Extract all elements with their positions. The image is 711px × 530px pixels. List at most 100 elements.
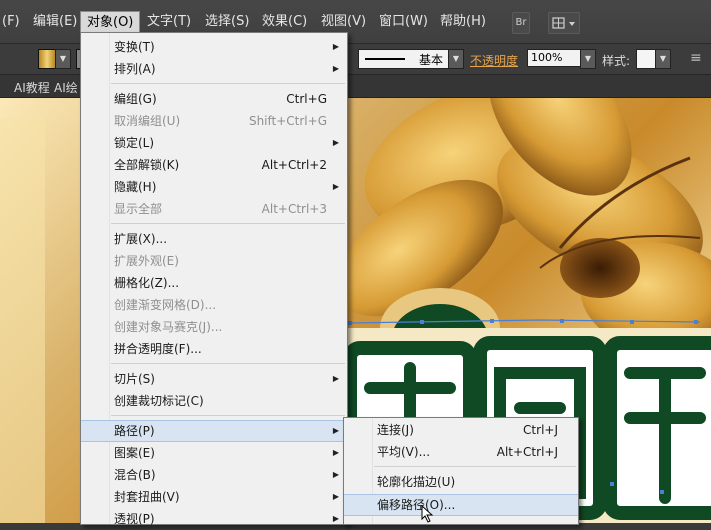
menu-item-offset-path[interactable]: 偏移路径(O)... [344, 494, 578, 516]
menu-item-label: 混合(B) [114, 468, 156, 482]
menu-separator [111, 83, 345, 84]
submenu-arrow-icon: ▶ [332, 426, 339, 435]
menu-item-label: 轮廓化描边(U) [377, 475, 456, 489]
menu-item-create-gradient-mesh: 创建渐变网格(D)... [81, 294, 347, 316]
menu-item-unlock-all[interactable]: 全部解锁(K) Alt+Ctrl+2 [81, 154, 347, 176]
menu-item-label: 封套扭曲(V) [114, 490, 180, 504]
menu-select[interactable]: 选择(S) [203, 14, 251, 30]
menu-item-label: 锁定(L) [114, 136, 155, 150]
submenu-arrow-icon: ▶ [332, 182, 339, 191]
menu-item-label: 显示全部 [114, 202, 163, 216]
menu-item-label: 拼合透明度(F)... [114, 342, 202, 356]
menu-view[interactable]: 视图(V) [319, 14, 368, 30]
stroke-style-label: 基本 [418, 53, 443, 67]
opacity-label[interactable]: 不透明度 [470, 52, 518, 69]
menu-item-label: 图案(E) [114, 446, 155, 460]
submenu-arrow-icon: ▶ [332, 470, 339, 479]
menu-item-transform[interactable]: 变换(T) ▶ [81, 36, 347, 58]
menu-item-label: 透视(P) [114, 512, 155, 526]
menu-item-flatten-transparency[interactable]: 拼合透明度(F)... [81, 338, 347, 360]
stroke-style-dropdown-icon[interactable]: ▼ [448, 49, 464, 69]
menu-separator [374, 466, 576, 467]
menu-item-label: 偏移路径(O)... [377, 498, 456, 512]
menu-item-path[interactable]: 路径(P) ▶ [81, 420, 347, 442]
object-menu: 变换(T) ▶ 排列(A) ▶ 编组(G) Ctrl+G 取消编组(U) Shi… [80, 32, 348, 526]
menu-item-label: 取消编组(U) [114, 114, 181, 128]
menu-item-label: 栅格化(Z)... [114, 276, 180, 290]
arrange-documents-icon [552, 17, 575, 29]
menu-item-create-trim-marks[interactable]: 创建裁切标记(C) [81, 390, 347, 412]
menu-item-label: 编组(G) [114, 92, 157, 106]
menu-window[interactable]: 窗口(W) [377, 14, 430, 30]
style-dropdown-icon[interactable]: ▼ [655, 49, 671, 69]
menu-type[interactable]: 文字(T) [145, 14, 193, 30]
menu-item-arrange[interactable]: 排列(A) ▶ [81, 58, 347, 80]
menu-item-label: 连接(J) [377, 423, 414, 437]
menu-item-lock[interactable]: 锁定(L) ▶ [81, 132, 347, 154]
submenu-arrow-icon: ▶ [332, 514, 339, 523]
fill-dropdown-icon[interactable]: ▼ [55, 49, 71, 69]
submenu-arrow-icon: ▶ [332, 64, 339, 73]
tab-document-2[interactable]: AI绘 [54, 79, 78, 96]
menu-item-label: 变换(T) [114, 40, 155, 54]
menu-item-label: 全部解锁(K) [114, 158, 180, 172]
menu-file[interactable]: (F) [0, 14, 22, 30]
menu-item-hide[interactable]: 隐藏(H) ▶ [81, 176, 347, 198]
menu-separator [111, 415, 345, 416]
tab-document-1[interactable]: AI教程 [14, 79, 50, 96]
menu-item-label: 路径(P) [114, 424, 155, 438]
menu-effect[interactable]: 效果(C) [260, 14, 309, 30]
path-submenu: 连接(J) Ctrl+J 平均(V)... Alt+Ctrl+J 轮廓化描边(U… [343, 417, 579, 525]
menu-item-shortcut: Alt+Ctrl+3 [261, 202, 327, 216]
submenu-arrow-icon: ▶ [332, 374, 339, 383]
menu-item-label: 创建对象马赛克(J)... [114, 320, 223, 334]
menu-item-create-object-mosaic: 创建对象马赛克(J)... [81, 316, 347, 338]
submenu-arrow-icon: ▶ [332, 492, 339, 501]
menu-item-shortcut: Ctrl+J [523, 423, 558, 437]
opacity-input[interactable]: 100% [527, 49, 584, 67]
menu-item-expand[interactable]: 扩展(X)... [81, 228, 347, 250]
opacity-dropdown-icon[interactable]: ▼ [580, 49, 596, 69]
arrange-documents-button[interactable] [548, 12, 580, 34]
menu-item-expand-appearance: 扩展外观(E) [81, 250, 347, 272]
style-label: 样式: [602, 54, 631, 68]
mouse-pointer-icon [421, 505, 434, 523]
menu-separator [111, 223, 345, 224]
menu-item-label: 切片(S) [114, 372, 155, 386]
submenu-arrow-icon: ▶ [332, 448, 339, 457]
menu-item-label: 排列(A) [114, 62, 156, 76]
menu-item-label: 平均(V)... [377, 445, 431, 459]
menu-item-show-all: 显示全部 Alt+Ctrl+3 [81, 198, 347, 220]
menu-item-slice[interactable]: 切片(S) ▶ [81, 368, 347, 390]
menu-item-envelope-distort[interactable]: 封套扭曲(V) ▶ [81, 486, 347, 508]
menu-item-label: 扩展外观(E) [114, 254, 179, 268]
menu-item-label: 扩展(X)... [114, 232, 168, 246]
menu-item-shortcut: Alt+Ctrl+2 [261, 158, 327, 172]
menu-item-perspective[interactable]: 透视(P) ▶ [81, 508, 347, 530]
menu-item-pattern[interactable]: 图案(E) ▶ [81, 442, 347, 464]
menu-edit[interactable]: 编辑(E) [31, 14, 79, 30]
menu-item-shortcut: Shift+Ctrl+G [248, 114, 327, 128]
stroke-style-select[interactable]: 基本 [358, 49, 450, 69]
menu-separator [111, 363, 345, 364]
menu-item-shortcut: Ctrl+G [286, 92, 327, 106]
menu-item-shortcut: Alt+Ctrl+J [496, 445, 558, 459]
menu-item-label: 创建渐变网格(D)... [114, 298, 217, 312]
menu-item-label: 隐藏(H) [114, 180, 157, 194]
menu-object[interactable]: 对象(O) [80, 11, 141, 34]
submenu-arrow-icon: ▶ [332, 42, 339, 51]
menu-help[interactable]: 帮助(H) [438, 14, 488, 30]
fill-swatch[interactable] [38, 49, 56, 69]
submenu-arrow-icon: ▶ [332, 138, 339, 147]
menu-item-average[interactable]: 平均(V)... Alt+Ctrl+J [344, 441, 578, 463]
menu-item-rasterize[interactable]: 栅格化(Z)... [81, 272, 347, 294]
panel-menu-icon[interactable]: ≡ [690, 50, 702, 66]
stroke-line-preview [365, 58, 405, 60]
menu-item-outline-stroke[interactable]: 轮廓化描边(U) [344, 471, 578, 493]
menu-item-group[interactable]: 编组(G) Ctrl+G [81, 88, 347, 110]
menu-item-blend[interactable]: 混合(B) ▶ [81, 464, 347, 486]
menu-item-ungroup: 取消编组(U) Shift+Ctrl+G [81, 110, 347, 132]
bridge-button[interactable]: Br [512, 12, 530, 34]
menu-item-join[interactable]: 连接(J) Ctrl+J [344, 419, 578, 441]
style-swatch[interactable] [636, 49, 656, 69]
